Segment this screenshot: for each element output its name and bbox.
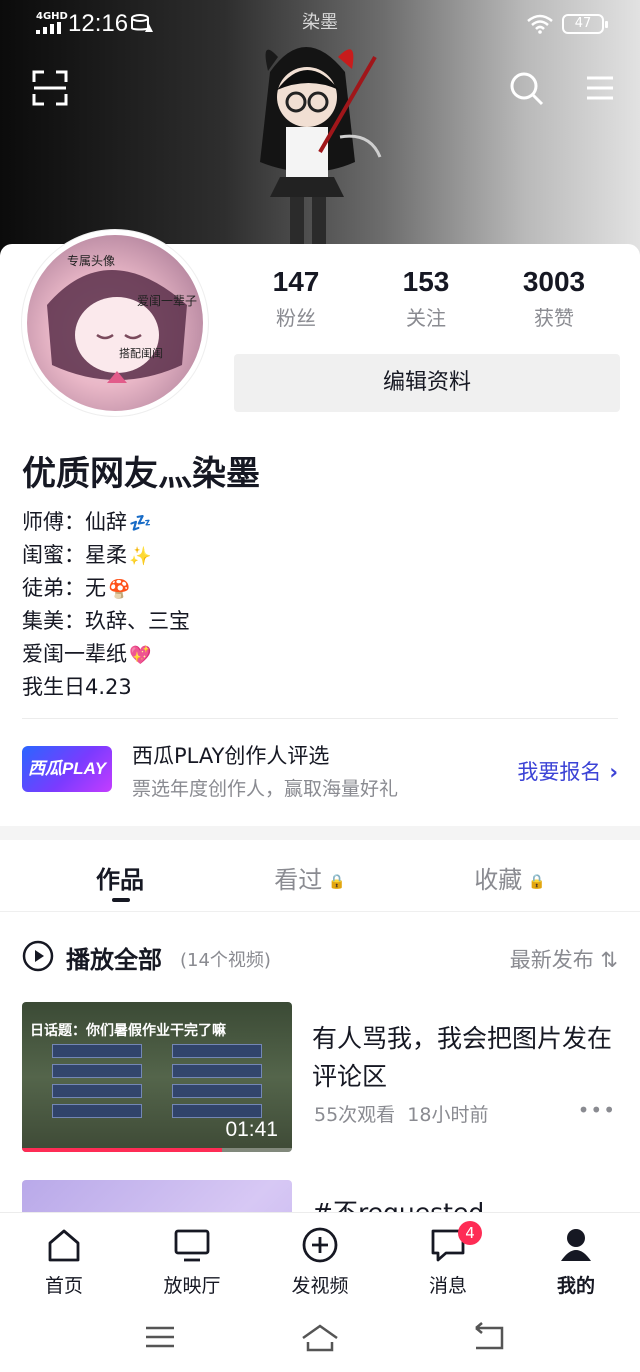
banner-character-image [260,47,382,252]
profile-card: 专属头像 爱闺一辈子 搭配闺闺 147 粉丝 153 关注 3003 获赞 编辑… [0,230,640,826]
menu-icon [587,76,613,100]
stats-row: 147 粉丝 153 关注 3003 获赞 [234,266,620,336]
recents-button[interactable] [140,1320,180,1354]
home-icon [48,1229,80,1262]
stat-label: 粉丝 [276,306,316,330]
thumbnail-caption: 日话题：你们暑假作业干完了嘛 [30,1023,226,1039]
stat-value: 153 [402,266,450,297]
tab-favorites[interactable]: 收藏 🔒 [440,860,580,895]
promo-subtitle: 票选年度创作人，赢取海量好礼 [132,778,399,800]
scan-icon [32,70,68,106]
play-all-row: 播放全部 (14个视频) 最新发布 ⇅ [22,938,618,978]
notification-badge: 4 [458,1221,482,1245]
back-icon [475,1322,504,1350]
nav-theater[interactable]: 放映厅 [128,1225,256,1298]
play-all-button[interactable]: 播放全部 [66,940,162,975]
menu-button[interactable] [580,68,620,108]
bio-line: 我生日4.23 [22,675,132,699]
nav-messages[interactable]: 4 消息 [384,1221,512,1298]
content-tabs: 作品 看过 🔒 收藏 🔒 [0,840,640,912]
chevron-right-icon: › [609,760,618,784]
video-count: (14个视频) [180,950,271,971]
stat-following[interactable]: 153 关注 [366,266,486,331]
profile-icon [561,1229,591,1261]
edit-profile-button[interactable]: 编辑资料 [234,354,620,412]
bottom-navigation: 首页 放映厅 发视频 4 消息 我的 [0,1212,640,1306]
nav-home[interactable]: 首页 [0,1225,128,1298]
bio-line: 闺蜜：星柔 ✨ [22,543,152,567]
video-duration: 01:41 [225,1118,278,1141]
video-title[interactable]: 有人骂我，我会把图片发在评论区 [312,1020,612,1096]
promo-banner[interactable]: 西瓜PLAY 西瓜PLAY创作人评选 票选年度创作人，赢取海量好礼 我要报名 › [22,736,618,806]
home-outline-icon [302,1324,338,1352]
back-button[interactable] [468,1320,508,1354]
bio-line: 集美：玖辞、三宝 [22,609,190,633]
add-icon [302,1227,338,1263]
svg-text:专属头像: 专属头像 [67,253,115,268]
stat-likes[interactable]: 3003 获赞 [494,266,614,331]
bio-line: 师傅：仙辞 💤 [22,510,152,534]
home-system-button[interactable] [300,1320,340,1354]
nav-me[interactable]: 我的 [512,1225,640,1298]
section-gap [0,826,640,840]
lock-icon: 🔒 [528,874,546,890]
thumbnail-content [52,1044,262,1120]
stat-value: 147 [272,266,320,297]
profile-banner[interactable]: 4GHD 12:16 染墨 47 [0,0,640,262]
stat-value: 3003 [522,266,586,297]
sort-button[interactable]: 最新发布 ⇅ [510,944,618,974]
avatar-illustration: 专属头像 爱闺一辈子 搭配闺闺 [47,253,197,383]
system-navigation-bar [0,1306,640,1372]
video-thumbnail[interactable]: 日话题：你们暑假作业干完了嘛 01:41 [22,1002,292,1152]
active-tab-indicator [112,898,130,902]
wifi-icon [527,14,553,34]
divider [22,718,618,719]
tab-watched[interactable]: 看过 🔒 [240,860,380,895]
tv-icon [174,1229,210,1262]
avatar-image: 专属头像 爱闺一辈子 搭配闺闺 [27,235,203,411]
nav-post-video[interactable]: 发视频 [256,1225,384,1298]
search-icon [510,72,544,106]
nickname: 优质网友灬染墨 [22,454,260,494]
bio-line: 徒弟：无 🍄 [22,576,131,600]
watch-progress [22,1148,292,1152]
tab-works[interactable]: 作品 [50,860,190,895]
search-button[interactable] [506,68,546,108]
svg-text:搭配闺闺: 搭配闺闺 [119,346,163,360]
xigua-play-logo: 西瓜PLAY [22,746,112,792]
scan-button[interactable] [30,68,70,108]
lock-icon: 🔒 [328,874,346,890]
stat-label: 获赞 [534,306,574,330]
promo-title: 西瓜PLAY创作人评选 [132,744,330,768]
avatar[interactable]: 专属头像 爱闺一辈子 搭配闺闺 [22,230,208,416]
bio-line: 爱闺一辈纸 💖 [22,642,152,666]
svg-text:爱闺一辈子: 爱闺一辈子 [137,293,197,308]
video-item[interactable]: 日话题：你们暑假作业干完了嘛 01:41 有人骂我，我会把图片发在评论区 55次… [22,1002,618,1152]
bio: 师傅：仙辞 💤 闺蜜：星柔 ✨ 徒弟：无 🍄 集美：玖辞、三宝 爱闺一辈纸 💖 我生日4… [22,506,582,704]
play-circle-icon[interactable] [22,940,54,972]
more-options-icon[interactable]: ••• [578,1098,616,1122]
recents-icon [146,1326,174,1348]
sort-icon: ⇅ [600,948,618,972]
battery-indicator: 47 [562,14,608,34]
stat-label: 关注 [406,306,446,330]
signup-link[interactable]: 我要报名 › [517,756,618,786]
stat-followers[interactable]: 147 粉丝 [236,266,356,331]
video-meta: 55次观看 18小时前 [314,1104,489,1126]
